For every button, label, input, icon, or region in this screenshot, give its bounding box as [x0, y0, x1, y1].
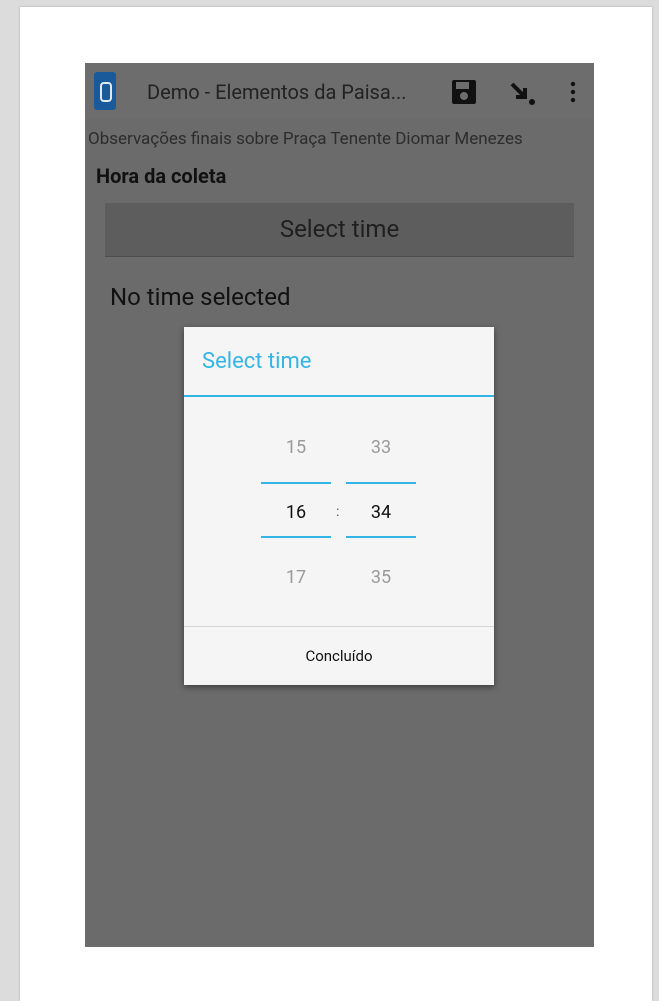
arrow-down-right-icon[interactable] [509, 79, 537, 107]
question-label: Hora da coleta [96, 164, 227, 188]
minute-next-value[interactable]: 35 [346, 567, 416, 588]
save-icon[interactable] [451, 79, 477, 105]
hour-picker[interactable]: 15 16 17 [261, 327, 331, 627]
hour-selection-line-bottom [261, 536, 331, 538]
time-separator: : [336, 504, 340, 520]
hour-prev-value[interactable]: 15 [261, 437, 331, 458]
minute-prev-value[interactable]: 33 [346, 437, 416, 458]
app-title: Demo - Elementos da Paisa... [147, 80, 407, 104]
minute-picker[interactable]: 33 34 35 [346, 327, 416, 627]
minute-current-value[interactable]: 34 [346, 502, 416, 523]
dialog-title-divider [184, 395, 494, 397]
time-status-text: No time selected [110, 283, 291, 311]
select-time-button[interactable]: Select time [105, 203, 574, 257]
more-vert-icon[interactable] [569, 80, 577, 104]
hour-next-value[interactable]: 17 [261, 567, 331, 588]
action-bar: Demo - Elementos da Paisa... [85, 63, 594, 119]
app-screen: Demo - Elementos da Paisa... Observações… [85, 63, 594, 947]
device-frame: Demo - Elementos da Paisa... Observações… [20, 7, 652, 1001]
hour-current-value[interactable]: 16 [261, 502, 331, 523]
hour-selection-line-top [261, 482, 331, 484]
done-button[interactable]: Concluído [184, 627, 494, 685]
minute-selection-line-bottom [346, 536, 416, 538]
time-picker-dialog: Select time 15 16 17 : 33 34 35 Concluíd… [184, 327, 494, 685]
form-subtitle: Observações finais sobre Praça Tenente D… [88, 129, 523, 149]
minute-selection-line-top [346, 482, 416, 484]
app-logo-icon [94, 72, 116, 110]
